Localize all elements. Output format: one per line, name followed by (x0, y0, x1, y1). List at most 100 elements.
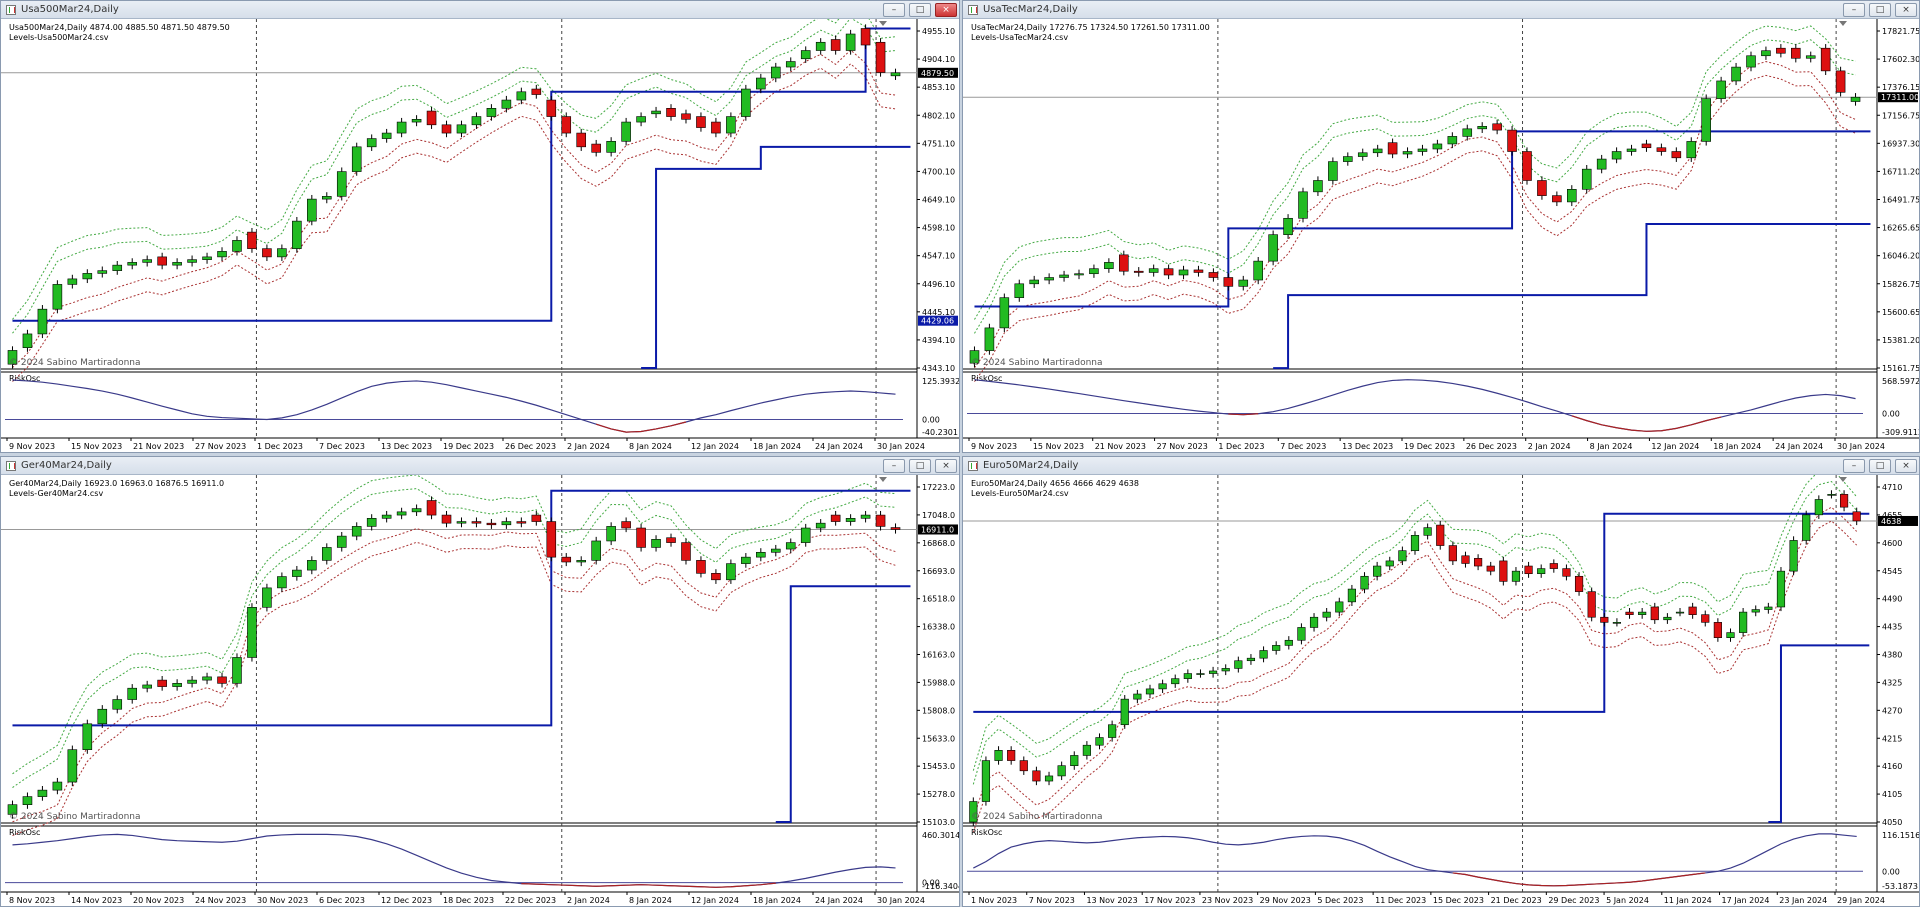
candle (1839, 494, 1849, 508)
chart-window-ger40[interactable]: Ger40Mar24,Daily – □ × 17223.0 17048.0 168… (0, 456, 960, 907)
candle (1574, 575, 1584, 592)
candle (815, 41, 826, 51)
price-tick-label: 4343.10 (922, 364, 955, 373)
levels-file-label: Levels-Usa500Mar24.csv (9, 33, 109, 42)
candle (1253, 260, 1263, 281)
candle (770, 548, 781, 553)
candle (606, 526, 616, 542)
price-tick-label: 15808.0 (922, 706, 955, 715)
candle (1671, 151, 1682, 159)
chart-window-euro50[interactable]: Euro50Mar24,Daily – □ × 4710 4655 4600 4545… (962, 456, 1920, 907)
candle (1074, 273, 1084, 276)
time-tick-label: 12 Jan 2024 (691, 896, 739, 905)
chart-window-usa500[interactable]: Usa500Mar24,Daily – □ × 4955.10 4904.10 48… (0, 0, 960, 453)
candle (875, 514, 886, 527)
candle (1268, 234, 1278, 262)
time-tick-label: 14 Nov 2023 (71, 896, 122, 905)
close-button[interactable]: × (1895, 459, 1917, 473)
candle (1549, 563, 1558, 569)
candle (37, 789, 48, 797)
time-tick-label: 24 Jan 2024 (1775, 442, 1823, 451)
price-tick-label: 4050 (1882, 818, 1902, 827)
mt4-workspace: Usa500Mar24,Daily – □ × 4955.10 4904.10 48… (0, 0, 1920, 907)
titlebar[interactable]: Ger40Mar24,Daily – □ × (1, 457, 959, 475)
maximize-button[interactable]: □ (909, 459, 931, 473)
candle (1372, 148, 1383, 154)
minimize-button[interactable]: – (1843, 3, 1865, 17)
candle (1567, 189, 1577, 203)
price-tick-label: 4710 (1882, 483, 1902, 492)
price-chart[interactable]: 17821.75 17602.30 17376.15 17156.75 16937.30… (963, 19, 1919, 452)
candle (247, 231, 257, 249)
candle (366, 138, 377, 148)
price-tick-label: 4394.10 (922, 336, 955, 345)
candle (1739, 611, 1748, 633)
time-tick-label: 21 Nov 2023 (1095, 442, 1146, 451)
minimize-button[interactable]: – (883, 459, 905, 473)
candle (1410, 535, 1420, 551)
candle (1223, 277, 1234, 287)
close-button[interactable]: × (1895, 3, 1917, 17)
time-tick-label: 15 Nov 2023 (71, 442, 122, 451)
candle (711, 121, 721, 134)
titlebar[interactable]: Usa500Mar24,Daily – □ × (1, 1, 959, 19)
candle (845, 33, 856, 51)
candle (1259, 650, 1268, 659)
candle (1309, 616, 1319, 628)
titlebar[interactable]: Euro50Mar24,Daily – □ × (963, 457, 1919, 475)
candle (1814, 499, 1823, 516)
candle (82, 273, 93, 280)
time-tick-label: 1 Dec 2023 (1218, 442, 1264, 451)
time-tick-label: 26 Dec 2023 (1466, 442, 1517, 451)
candle (890, 527, 901, 530)
close-button[interactable]: × (935, 459, 957, 473)
candle (172, 262, 182, 266)
price-chart[interactable]: 4710465546004545449044354380432542704215… (963, 475, 1919, 906)
time-tick-label: 21 Nov 2023 (133, 442, 184, 451)
price-tick-label: 4435 (1882, 623, 1902, 632)
candle (681, 113, 691, 120)
candle (1007, 750, 1016, 761)
candle (1387, 142, 1398, 155)
time-tick-label: 24 Nov 2023 (195, 896, 246, 905)
candle (1789, 540, 1798, 572)
maximize-button[interactable]: □ (909, 3, 931, 17)
time-tick-label: 22 Dec 2023 (505, 896, 556, 905)
time-tick-label: 18 Dec 2023 (443, 896, 494, 905)
price-chart[interactable]: 17223.0 17048.0 16868.0 16693.0 16518.0 16338… (1, 475, 959, 906)
candle (1776, 47, 1786, 54)
time-tick-label: 1 Dec 2023 (257, 442, 303, 451)
candle (1272, 645, 1281, 651)
maximize-button[interactable]: □ (1869, 459, 1891, 473)
candle (157, 256, 167, 266)
time-tick-label: 11 Dec 2023 (1375, 896, 1426, 905)
candle (321, 196, 332, 200)
candle (247, 607, 257, 658)
candle (1357, 152, 1368, 157)
minimize-button[interactable]: – (883, 3, 905, 17)
oscillator-tick-label: 116.1516 (1882, 831, 1919, 840)
time-tick-label: 2 Jan 2024 (567, 896, 610, 905)
price-tick-label: 16491.75 (1882, 196, 1919, 205)
price-tick-label: 15600.65 (1882, 308, 1919, 317)
candle (830, 514, 841, 522)
candle (1656, 147, 1667, 152)
minimize-button[interactable]: – (1843, 459, 1865, 473)
candle (486, 108, 497, 117)
candle (666, 537, 676, 543)
close-button[interactable]: × (935, 3, 957, 17)
titlebar[interactable]: UsaTecMar24,Daily – □ × (963, 1, 1919, 19)
maximize-button[interactable]: □ (1869, 3, 1891, 17)
time-tick-label: 1 Nov 2023 (971, 896, 1017, 905)
candle (1626, 148, 1637, 152)
candle (456, 521, 467, 524)
chart-window-usatec[interactable]: UsaTecMar24,Daily – □ × 17821.75 17602.30… (962, 0, 1920, 453)
candle (1158, 683, 1167, 690)
upper-band-outer (974, 25, 1856, 320)
price-chart[interactable]: 4955.10 4904.10 4853.10 4802.10 4751.10 4700.… (1, 19, 959, 452)
time-tick-label: 29 Jan 2024 (1837, 896, 1885, 905)
lower-band-outer (12, 63, 896, 382)
price-tick-label: 4600 (1882, 539, 1902, 548)
candle (1701, 98, 1711, 142)
price-tick-label: 4547.10 (922, 252, 955, 261)
